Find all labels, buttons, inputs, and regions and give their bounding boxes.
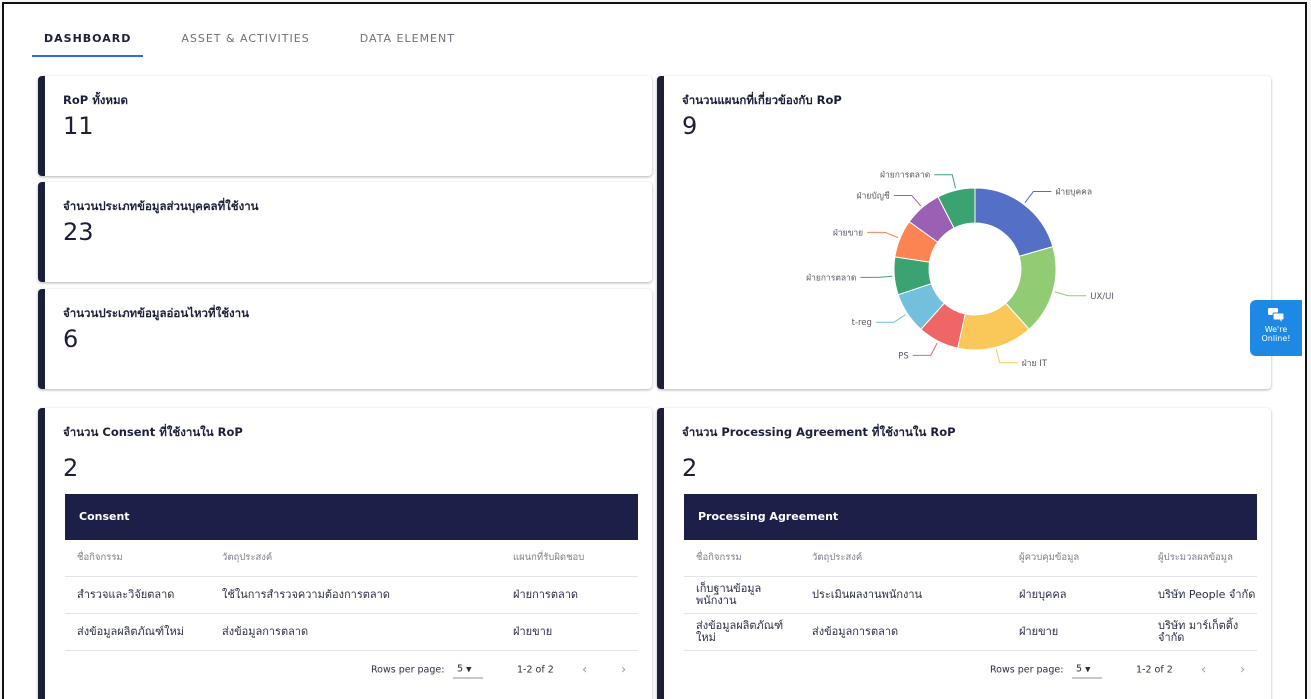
previous-page-icon[interactable]: ‹ — [1201, 663, 1206, 678]
donut-label: PS — [898, 351, 909, 361]
chat-bubble-icon — [1268, 308, 1284, 322]
donut-leader-line — [934, 174, 957, 189]
rows-per-page-value: 5 — [457, 663, 464, 675]
dropdown-caret-icon: ▼ — [1085, 665, 1091, 674]
rows-per-page-label: Rows per page: — [990, 664, 1064, 676]
column-header[interactable]: ผู้ประมวลผลข้อมูล — [1158, 552, 1258, 563]
cell-activity: ส่งข้อมูลผลิตภัณฑ์ใหม่ — [77, 624, 184, 638]
next-page-icon[interactable]: › — [1240, 663, 1245, 678]
cell-controller: ฝ่ายขาย — [1019, 624, 1059, 638]
tab-dashboard[interactable]: DASHBOARD — [32, 24, 144, 57]
donut-leader-line — [995, 349, 1018, 364]
next-page-icon[interactable]: › — [621, 663, 626, 678]
donut-label: ฝ่ายบัญชี — [857, 190, 890, 201]
table-header-title: Consent — [65, 494, 638, 540]
tab-asset-activities[interactable]: ASSET & ACTIVITIES — [169, 24, 321, 55]
app-frame: DASHBOARD ASSET & ACTIVITIES DATA ELEMEN… — [2, 2, 1307, 699]
rows-per-page-select[interactable]: 5 ▼ — [453, 662, 483, 679]
table-pagination: Rows per page: 5 ▼ 1-2 of 2 ‹ › — [684, 651, 1257, 689]
cell-processor: บริษัท People จำกัด — [1158, 587, 1256, 601]
rows-per-page-select[interactable]: 5 ▼ — [1072, 662, 1102, 679]
cell-purpose: ส่งข้อมูลการตลาด — [222, 624, 309, 638]
donut-leader-line — [1024, 191, 1052, 204]
cell-activity: ส่งข้อมูลผลิตภัณฑ์ใหม่ — [696, 618, 784, 644]
column-header[interactable]: วัตถุประสงค์ — [222, 552, 272, 563]
table-row[interactable]: ส่งข้อมูลผลิตภัณฑ์ใหม่ ส่งข้อมูลการตลาด … — [65, 614, 638, 651]
column-header[interactable]: ชื่อกิจกรรม — [77, 552, 123, 563]
chat-widget-button[interactable]: We're Online! — [1250, 300, 1302, 356]
donut-label: ฝ่ายการตลาด — [806, 273, 856, 283]
donut-leader-line — [867, 231, 899, 239]
card-title: จำนวน Processing Agreement ที่ใช้งานใน R… — [682, 425, 956, 439]
previous-page-icon[interactable]: ‹ — [582, 663, 587, 678]
card-value: 23 — [63, 218, 94, 246]
table-column-headers: ชื่อกิจกรรม วัตถุประสงค์ แผนกที่รับผิดชอ… — [65, 540, 638, 577]
table-row[interactable]: สำรวจและวิจัยตลาด ใช้ในการสำรวจความต้องก… — [65, 577, 638, 614]
cell-department: ฝ่ายขาย — [513, 624, 553, 638]
donut-label: ฝ่ายขาย — [833, 228, 863, 238]
card-value: 2 — [682, 454, 698, 482]
card-value: 2 — [63, 454, 79, 482]
column-header[interactable]: ผู้ควบคุมข้อมูล — [1019, 552, 1079, 563]
table-pagination: Rows per page: 5 ▼ 1-2 of 2 ‹ › — [65, 651, 638, 689]
table-column-headers: ชื่อกิจกรรม วัตถุประสงค์ ผู้ควบคุมข้อมูล… — [684, 540, 1257, 577]
tab-bar: DASHBOARD ASSET & ACTIVITIES DATA ELEMEN… — [32, 24, 467, 57]
cell-activity: เก็บฐานข้อมูลพนักงาน — [696, 581, 762, 607]
dropdown-caret-icon: ▼ — [466, 665, 472, 674]
pagination-range: 1-2 of 2 — [517, 664, 554, 676]
consent-table: Consent ชื่อกิจกรรม วัตถุประสงค์ แผนกที่… — [65, 494, 638, 689]
donut-label: ฝ่ายบุคคล — [1055, 188, 1092, 198]
cell-purpose: ประเมินผลงานพนักงาน — [812, 587, 923, 601]
rop-total-card: RoP ทั้งหมด 11 — [38, 76, 652, 176]
card-title: RoP ทั้งหมด — [63, 93, 129, 107]
table-header-title: Processing Agreement — [684, 494, 1257, 540]
card-value: 6 — [63, 325, 79, 353]
cell-controller: ฝ่ายบุคคล — [1019, 587, 1067, 601]
rows-per-page-label: Rows per page: — [371, 664, 445, 676]
donut-label: ฝ่ายการตลาด — [880, 171, 930, 181]
donut-slice[interactable] — [974, 187, 1054, 257]
departments-card: จำนวนแผนกที่เกี่ยวข้องกับ RoP 9 ฝ่ายบุคค… — [657, 76, 1271, 389]
cell-department: ฝ่ายการตลาด — [513, 587, 579, 601]
donut-label: ฝ่าย IT — [1022, 359, 1048, 369]
rows-per-page-value: 5 — [1076, 663, 1083, 675]
column-header[interactable]: ชื่อกิจกรรม — [696, 552, 742, 563]
departments-donut-chart: ฝ่ายบุคคลUX/UIฝ่าย ITPSt-regฝ่ายการตลาดฝ… — [806, 171, 1114, 369]
donut-leader-line — [875, 314, 906, 323]
table-row[interactable]: ส่งข้อมูลผลิตภัณฑ์ใหม่ ส่งข้อมูลการตลาด … — [684, 614, 1257, 651]
consent-card: จำนวน Consent ที่ใช้งานใน RoP 2 Consent … — [38, 408, 652, 699]
chat-status-line2: Online! — [1261, 334, 1291, 343]
donut-label: t-reg — [852, 318, 872, 328]
table-row[interactable]: เก็บฐานข้อมูลพนักงาน ประเมินผลงานพนักงาน… — [684, 577, 1257, 614]
sensitive-data-types-card: จำนวนประเภทข้อมูลอ่อนไหวที่ใช้งาน 6 — [38, 289, 652, 389]
card-title: จำนวนประเภทข้อมูลส่วนบุคคลที่ใช้งาน — [63, 199, 259, 213]
donut-leader-line — [1054, 291, 1087, 297]
donut-label: UX/UI — [1090, 292, 1114, 302]
chat-status-line1: We're — [1264, 325, 1288, 334]
cell-purpose: ส่งข้อมูลการตลาด — [812, 624, 899, 638]
personal-data-types-card: จำนวนประเภทข้อมูลส่วนบุคคลที่ใช้งาน 23 — [38, 182, 652, 282]
cell-purpose: ใช้ในการสำรวจความต้องการตลาด — [222, 587, 390, 601]
pagination-range: 1-2 of 2 — [1136, 664, 1173, 676]
donut-leader-line — [912, 342, 938, 356]
processing-agreement-card: จำนวน Processing Agreement ที่ใช้งานใน R… — [657, 408, 1271, 699]
column-header[interactable]: วัตถุประสงค์ — [812, 552, 862, 563]
card-title: จำนวน Consent ที่ใช้งานใน RoP — [63, 425, 243, 439]
donut-leader-line — [860, 275, 893, 278]
processing-agreement-table: Processing Agreement ชื่อกิจกรรม วัตถุปร… — [684, 494, 1257, 689]
cell-activity: สำรวจและวิจัยตลาด — [77, 587, 175, 601]
donut-leader-line — [893, 194, 922, 207]
column-header[interactable]: แผนกที่รับผิดชอบ — [513, 552, 584, 563]
cell-processor: บริษัท มาร์เก็ตติ้ง จำกัด — [1158, 618, 1239, 644]
card-title: จำนวนประเภทข้อมูลอ่อนไหวที่ใช้งาน — [63, 306, 249, 320]
tab-data-element[interactable]: DATA ELEMENT — [348, 24, 467, 55]
card-value: 11 — [63, 112, 94, 140]
